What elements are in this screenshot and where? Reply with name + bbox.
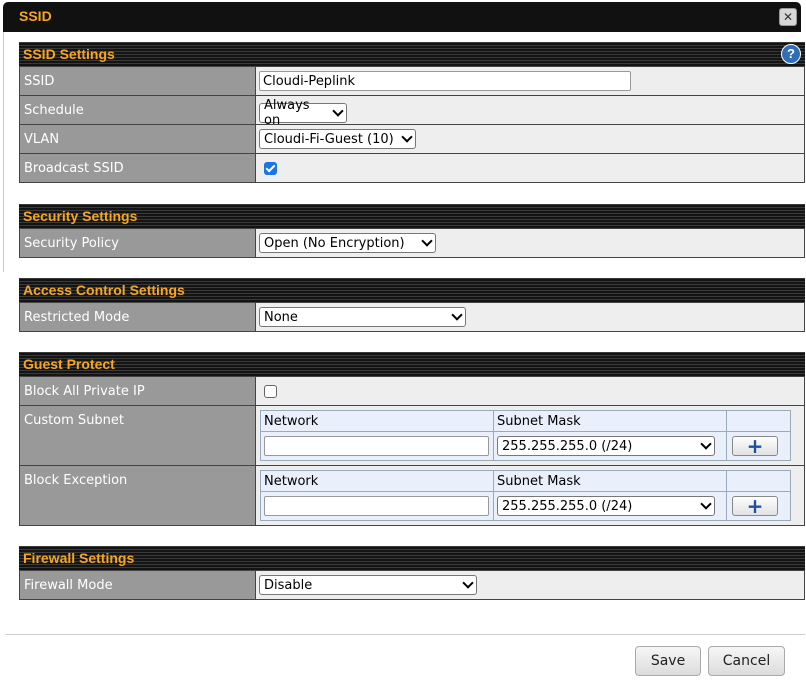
- chevron-down-icon: [700, 498, 712, 510]
- dialog-title: SSID: [19, 8, 52, 24]
- chevron-down-icon: [462, 577, 474, 589]
- dialog-border: [3, 32, 4, 272]
- custom-subnet-row: Custom Subnet Network Subnet Mask 255.25…: [19, 405, 805, 466]
- chevron-down-icon: [401, 131, 413, 143]
- vlan-label: VLAN: [19, 124, 256, 154]
- action-header: [726, 470, 791, 492]
- security-settings-table: Security Policy Open (No Encryption): [19, 228, 805, 258]
- block-exception-network-input[interactable]: [264, 496, 489, 516]
- restricted-mode-select[interactable]: None: [259, 307, 466, 327]
- guest-protect-title: Guest Protect: [23, 356, 115, 372]
- access-control-title: Access Control Settings: [23, 282, 185, 298]
- firewall-settings-title: Firewall Settings: [23, 550, 135, 566]
- section-header: SSID Settings ?: [19, 42, 805, 66]
- ssid-label: SSID: [19, 66, 256, 96]
- custom-subnet-network-input[interactable]: [264, 436, 489, 456]
- restricted-mode-row: Restricted Mode None: [19, 302, 805, 332]
- section-header: Guest Protect: [19, 352, 805, 376]
- custom-subnet-label: Custom Subnet: [19, 405, 256, 466]
- custom-subnet-mask-selected: 255.255.255.0 (/24): [502, 438, 633, 454]
- vlan-select[interactable]: Cloudi-Fi-Guest (10): [259, 129, 416, 149]
- block-private-ip-checkbox[interactable]: [264, 384, 277, 398]
- chevron-down-icon: [421, 235, 433, 247]
- schedule-selected: Always on: [264, 97, 310, 128]
- security-policy-label: Security Policy: [19, 228, 256, 258]
- help-icon[interactable]: ?: [781, 44, 801, 64]
- add-custom-subnet-button[interactable]: +: [732, 436, 778, 456]
- security-policy-row: Security Policy Open (No Encryption): [19, 228, 805, 258]
- footer-divider: [5, 634, 805, 635]
- firewall-mode-selected: Disable: [264, 577, 313, 593]
- save-button[interactable]: Save: [635, 646, 701, 676]
- action-header: [726, 410, 791, 432]
- ssid-settings-section: SSID Settings ? SSID Cloudi-Peplink Sche…: [19, 42, 805, 183]
- schedule-select[interactable]: Always on: [259, 98, 347, 128]
- block-exception-table: Network Subnet Mask 255.255.255.0 (/24) …: [260, 470, 791, 521]
- broadcast-ssid-label: Broadcast SSID: [19, 153, 256, 183]
- ssid-row: SSID Cloudi-Peplink: [19, 66, 805, 96]
- block-exception-mask-selected: 255.255.255.0 (/24): [502, 498, 633, 514]
- add-block-exception-button[interactable]: +: [732, 496, 778, 516]
- ssid-settings-table: SSID Cloudi-Peplink Schedule Always on V…: [19, 66, 805, 183]
- firewall-mode-select[interactable]: Disable: [259, 575, 477, 595]
- network-header: Network: [260, 410, 494, 432]
- block-exception-row: Block Exception Network Subnet Mask 255.…: [19, 465, 805, 526]
- network-header: Network: [260, 470, 494, 492]
- help-glyph: ?: [787, 46, 795, 61]
- broadcast-ssid-checkbox[interactable]: [264, 161, 277, 175]
- guest-protect-section: Guest Protect Block All Private IP Custo…: [19, 352, 805, 526]
- block-private-ip-row: Block All Private IP: [19, 376, 805, 406]
- restricted-mode-selected: None: [264, 309, 298, 325]
- access-control-section: Access Control Settings Restricted Mode …: [19, 278, 805, 332]
- block-exception-mask-select[interactable]: 255.255.255.0 (/24): [497, 496, 715, 516]
- custom-subnet-mask-select[interactable]: 255.255.255.0 (/24): [497, 436, 715, 456]
- ssid-input-value: Cloudi-Peplink: [263, 73, 356, 89]
- plus-icon: +: [746, 434, 764, 458]
- subnet-mask-header: Subnet Mask: [493, 470, 727, 492]
- broadcast-ssid-row: Broadcast SSID: [19, 153, 805, 183]
- close-glyph: ✕: [782, 10, 794, 24]
- restricted-mode-label: Restricted Mode: [19, 302, 256, 332]
- access-control-table: Restricted Mode None: [19, 302, 805, 332]
- custom-subnet-table: Network Subnet Mask 255.255.255.0 (/24) …: [260, 410, 791, 461]
- security-settings-title: Security Settings: [23, 208, 138, 224]
- vlan-row: VLAN Cloudi-Fi-Guest (10): [19, 124, 805, 154]
- chevron-down-icon: [700, 438, 712, 450]
- firewall-settings-table: Firewall Mode Disable: [19, 570, 805, 600]
- vlan-selected: Cloudi-Fi-Guest (10): [264, 131, 394, 147]
- section-header: Firewall Settings: [19, 546, 805, 570]
- cancel-button[interactable]: Cancel: [708, 646, 785, 676]
- block-private-ip-label: Block All Private IP: [19, 376, 256, 406]
- security-settings-section: Security Settings Security Policy Open (…: [19, 204, 805, 258]
- chevron-down-icon: [451, 309, 463, 321]
- security-policy-select[interactable]: Open (No Encryption): [259, 233, 436, 253]
- ssid-input[interactable]: Cloudi-Peplink: [259, 71, 631, 91]
- security-policy-selected: Open (No Encryption): [264, 235, 405, 251]
- firewall-mode-label: Firewall Mode: [19, 570, 256, 600]
- schedule-row: Schedule Always on: [19, 95, 805, 128]
- firewall-settings-section: Firewall Settings Firewall Mode Disable: [19, 546, 805, 600]
- ssid-settings-title: SSID Settings: [23, 46, 115, 62]
- section-header: Security Settings: [19, 204, 805, 228]
- section-header: Access Control Settings: [19, 278, 805, 302]
- plus-icon: +: [746, 494, 764, 518]
- firewall-mode-row: Firewall Mode Disable: [19, 570, 805, 600]
- close-icon[interactable]: ✕: [779, 8, 797, 26]
- guest-protect-table: Block All Private IP Custom Subnet Netwo…: [19, 376, 805, 526]
- chevron-down-icon: [332, 104, 344, 117]
- block-exception-label: Block Exception: [19, 465, 256, 526]
- dialog-titlebar: SSID ✕: [3, 2, 801, 32]
- subnet-mask-header: Subnet Mask: [493, 410, 727, 432]
- schedule-label: Schedule: [19, 95, 256, 125]
